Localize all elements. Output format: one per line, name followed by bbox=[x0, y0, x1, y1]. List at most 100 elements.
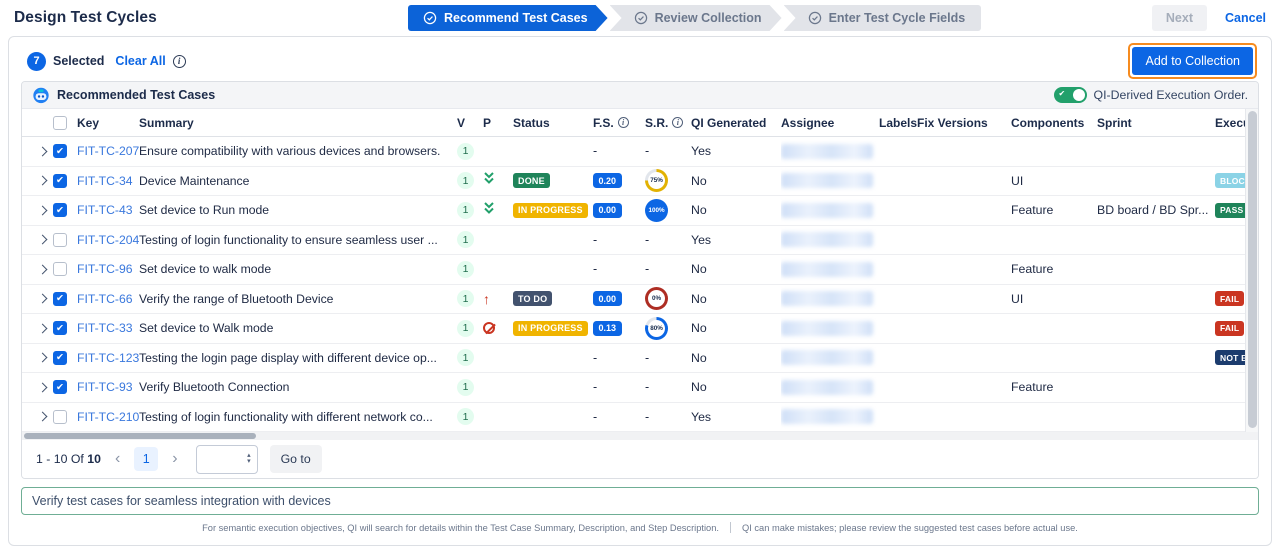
horizontal-scrollbar[interactable] bbox=[22, 432, 1258, 440]
priority-cell bbox=[483, 403, 513, 432]
footer-right-text: QI can make mistakes; please review the … bbox=[742, 523, 1078, 533]
horizontal-scrollbar-thumb[interactable] bbox=[24, 433, 256, 439]
cancel-link[interactable]: Cancel bbox=[1225, 11, 1266, 25]
goto-page-input[interactable]: ▴ ▾ bbox=[196, 445, 258, 474]
row-checkbox[interactable]: ✔ bbox=[53, 292, 67, 306]
fix-versions-cell bbox=[917, 403, 1011, 432]
key-link[interactable]: FIT-TC-93 bbox=[77, 380, 133, 394]
components-text: Feature bbox=[1011, 262, 1053, 276]
key-link[interactable]: FIT-TC-204 bbox=[77, 233, 139, 247]
next-page-button[interactable]: › bbox=[170, 451, 179, 467]
expand-chevron-icon[interactable] bbox=[39, 235, 47, 245]
table-row: ✔FIT-TC-43Set device to Run mode1IN PROG… bbox=[22, 196, 1258, 226]
assignee-cell bbox=[781, 137, 879, 166]
footer-divider bbox=[730, 522, 731, 533]
assignee-redacted-blur bbox=[781, 203, 873, 218]
number-spinner[interactable]: ▴ ▾ bbox=[247, 453, 257, 465]
expand-chevron-icon[interactable] bbox=[39, 412, 47, 422]
sr-progress-ring: 80% bbox=[645, 317, 668, 340]
summary-text: Ensure compatibility with various device… bbox=[139, 144, 440, 158]
step-label: Review Collection bbox=[655, 11, 762, 25]
labels-cell bbox=[879, 226, 917, 255]
step-enter-test-cycle-fields[interactable]: Enter Test Cycle Fields bbox=[784, 5, 982, 31]
column-info-icon[interactable]: i bbox=[672, 117, 683, 128]
prev-page-button[interactable]: ‹ bbox=[113, 451, 122, 467]
vertical-scrollbar-thumb[interactable] bbox=[1248, 111, 1257, 428]
assignee-redacted-blur bbox=[781, 262, 873, 277]
assignee-cell bbox=[781, 314, 879, 343]
key-link[interactable]: FIT-TC-43 bbox=[77, 203, 133, 217]
column-header-label: Components bbox=[1011, 116, 1084, 130]
next-button[interactable]: Next bbox=[1152, 5, 1207, 31]
qi-generated-text: No bbox=[691, 351, 707, 365]
key-link[interactable]: FIT-TC-210 bbox=[77, 410, 139, 424]
versions-cell: 1 bbox=[457, 226, 483, 255]
spinner-down-icon[interactable]: ▾ bbox=[247, 459, 251, 465]
expander-cell bbox=[39, 167, 53, 196]
goto-button[interactable]: Go to bbox=[270, 445, 322, 473]
footer: For semantic execution objectives, QI wi… bbox=[9, 515, 1271, 539]
clear-all-link[interactable]: Clear All bbox=[115, 54, 165, 68]
expand-chevron-icon[interactable] bbox=[39, 146, 47, 156]
priority-cell bbox=[483, 255, 513, 284]
add-to-collection-button[interactable]: Add to Collection bbox=[1132, 47, 1253, 75]
assignee-redacted-blur bbox=[781, 409, 873, 424]
column-info-icon[interactable]: i bbox=[618, 117, 629, 128]
step-recommend-test-cases[interactable]: Recommend Test Cases bbox=[408, 5, 608, 31]
expand-chevron-icon[interactable] bbox=[39, 382, 47, 392]
expander-cell bbox=[39, 226, 53, 255]
row-checkbox[interactable] bbox=[53, 262, 67, 276]
status-cell bbox=[513, 403, 593, 432]
table-row: ✔FIT-TC-93Verify Bluetooth Connection1--… bbox=[22, 373, 1258, 403]
fs-empty-dash: - bbox=[593, 262, 597, 276]
versions-cell: 1 bbox=[457, 137, 483, 166]
qi-derived-order-toggle[interactable]: ✔ bbox=[1054, 87, 1087, 103]
row-checkbox[interactable] bbox=[53, 410, 67, 424]
semantic-objective-input[interactable] bbox=[32, 494, 1248, 508]
qi-generated-text: Yes bbox=[691, 410, 711, 424]
page-1-button[interactable]: 1 bbox=[134, 447, 158, 471]
checkbox-cell: ✔ bbox=[53, 344, 77, 373]
expand-chevron-icon[interactable] bbox=[39, 264, 47, 274]
key-cell: FIT-TC-204 bbox=[77, 226, 139, 255]
row-checkbox[interactable]: ✔ bbox=[53, 174, 67, 188]
select-all-checkbox[interactable] bbox=[53, 116, 67, 130]
row-checkbox[interactable] bbox=[53, 233, 67, 247]
summary-cell: Testing of login functionality with diff… bbox=[139, 403, 457, 432]
key-cell: FIT-TC-96 bbox=[77, 255, 139, 284]
key-link[interactable]: FIT-TC-123 bbox=[77, 351, 139, 365]
expand-chevron-icon[interactable] bbox=[39, 353, 47, 363]
sr-progress-label: 75% bbox=[648, 172, 665, 189]
key-link[interactable]: FIT-TC-34 bbox=[77, 174, 133, 188]
expand-chevron-icon[interactable] bbox=[39, 323, 47, 333]
step-review-collection[interactable]: Review Collection bbox=[610, 5, 782, 31]
highest-priority-icon: ↑ bbox=[483, 292, 490, 306]
row-checkbox[interactable]: ✔ bbox=[53, 380, 67, 394]
column-header-label: Sprint bbox=[1097, 116, 1132, 130]
row-checkbox[interactable]: ✔ bbox=[53, 321, 67, 335]
labels-cell bbox=[879, 167, 917, 196]
vertical-scrollbar[interactable] bbox=[1245, 109, 1258, 432]
key-link[interactable]: FIT-TC-66 bbox=[77, 292, 133, 306]
fs-cell: - bbox=[593, 403, 645, 432]
assignee-redacted-blur bbox=[781, 380, 873, 395]
expand-chevron-icon[interactable] bbox=[39, 176, 47, 186]
sprint-cell bbox=[1097, 314, 1215, 343]
labels-cell bbox=[879, 255, 917, 284]
row-checkbox[interactable]: ✔ bbox=[53, 203, 67, 217]
key-link[interactable]: FIT-TC-207 bbox=[77, 144, 139, 158]
priority-cell bbox=[483, 167, 513, 196]
selection-info-icon[interactable]: i bbox=[173, 55, 186, 68]
sr-progress-ring: 0% bbox=[645, 287, 668, 310]
assignee-cell bbox=[781, 285, 879, 314]
key-link[interactable]: FIT-TC-33 bbox=[77, 321, 133, 335]
summary-cell: Verify the range of Bluetooth Device bbox=[139, 285, 457, 314]
expand-chevron-icon[interactable] bbox=[39, 294, 47, 304]
sr-empty-dash: - bbox=[645, 144, 649, 158]
key-link[interactable]: FIT-TC-96 bbox=[77, 262, 133, 276]
row-checkbox[interactable]: ✔ bbox=[53, 351, 67, 365]
row-checkbox[interactable]: ✔ bbox=[53, 144, 67, 158]
qi-generated-cell: Yes bbox=[691, 226, 781, 255]
expand-chevron-icon[interactable] bbox=[39, 205, 47, 215]
priority-cell bbox=[483, 226, 513, 255]
